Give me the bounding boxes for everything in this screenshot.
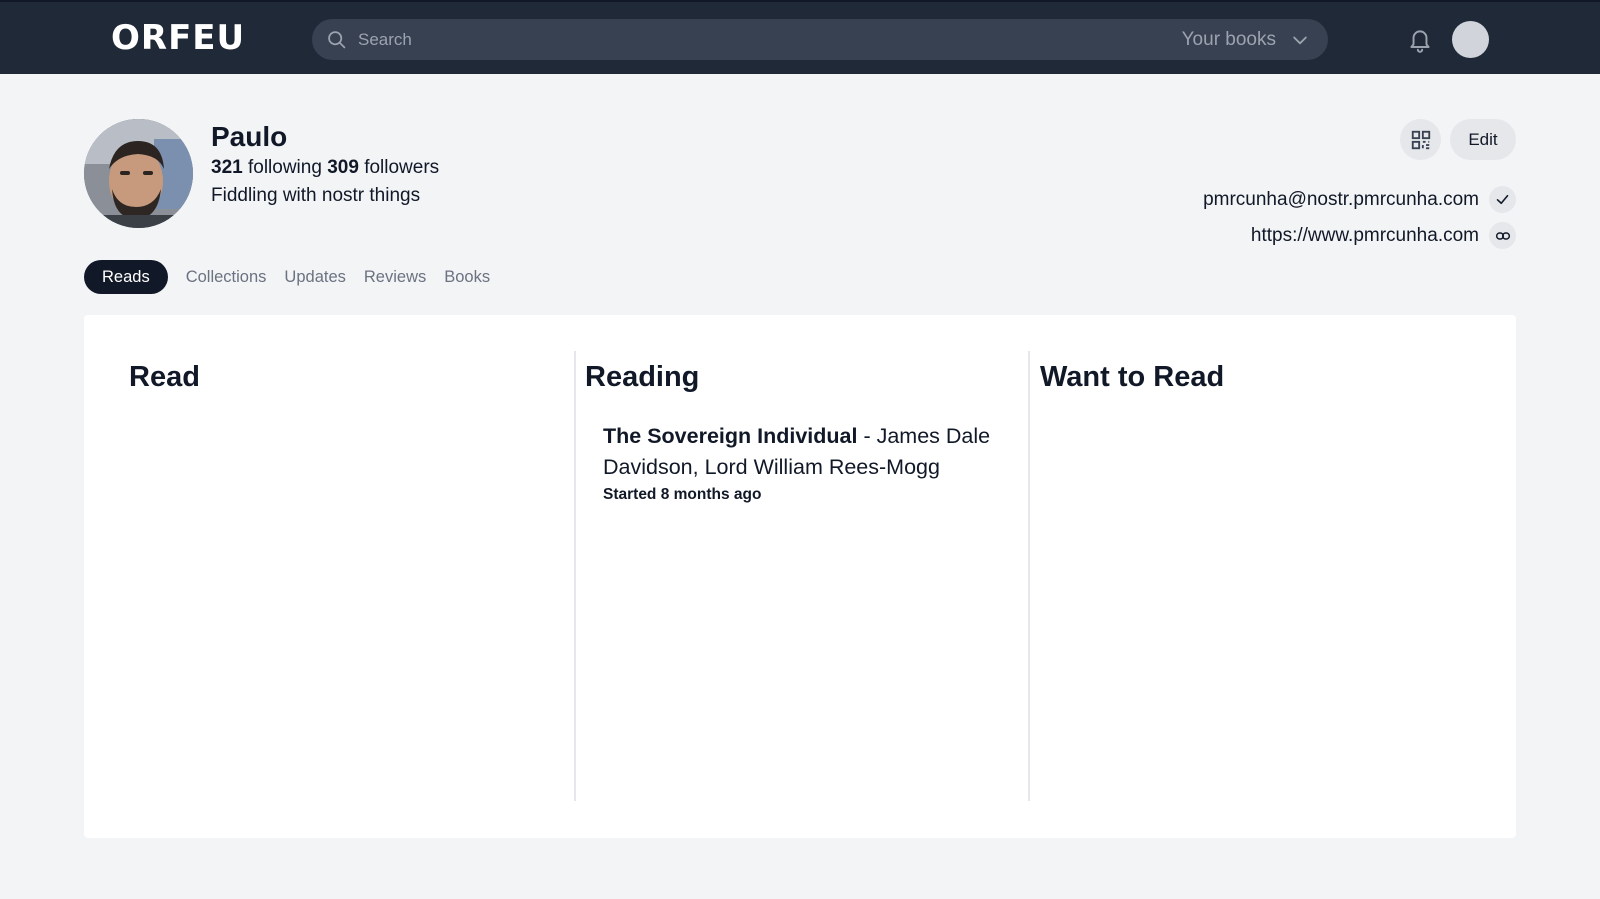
qr-code-button[interactable] (1400, 119, 1441, 160)
notifications-bell-icon[interactable] (1407, 26, 1433, 54)
tab-reviews[interactable]: Reviews (364, 260, 426, 294)
tab-reads[interactable]: Reads (84, 260, 168, 294)
followers-count[interactable]: 309 (327, 157, 359, 178)
profile-avatar (84, 119, 193, 228)
search-scope-label: Your books (1181, 28, 1276, 50)
search-scope-dropdown[interactable]: Your books (1182, 19, 1310, 60)
reading-column-title: Reading (585, 361, 700, 393)
profile-name: Paulo (211, 121, 288, 152)
reads-board: Read Reading The Sovereign Individual - … (84, 315, 1516, 838)
following-label[interactable]: following (248, 157, 322, 178)
tab-updates[interactable]: Updates (284, 260, 345, 294)
follow-stats: 321 following 309 followers (211, 157, 439, 179)
search-input[interactable] (358, 19, 1118, 60)
read-column: Read (84, 351, 574, 801)
reading-column: Reading The Sovereign Individual - James… (574, 351, 1028, 801)
book-authors: - James Dale (863, 424, 991, 448)
top-navbar: ORFEU Your books (0, 0, 1600, 74)
nip05-address: pmrcunha@nostr.pmrcunha.com (1203, 186, 1516, 213)
qr-code-icon (1411, 130, 1430, 149)
search-icon (328, 31, 346, 49)
chevron-down-icon (1293, 36, 1307, 44)
tab-collections[interactable]: Collections (186, 260, 267, 294)
website-text[interactable]: https://www.pmrcunha.com (1251, 225, 1479, 247)
profile-bio: Fiddling with nostr things (211, 185, 421, 206)
verified-check-icon (1489, 186, 1516, 213)
book-card[interactable]: The Sovereign Individual - James Dale Da… (603, 421, 1003, 504)
orfeu-logo[interactable]: ORFEU (111, 18, 245, 58)
read-column-title: Read (129, 361, 200, 393)
edit-profile-button[interactable]: Edit (1450, 119, 1516, 160)
profile-tabs: Reads Collections Updates Reviews Books (84, 260, 508, 294)
book-title[interactable]: The Sovereign Individual (603, 424, 857, 448)
user-avatar-menu[interactable] (1452, 21, 1489, 58)
nip05-text[interactable]: pmrcunha@nostr.pmrcunha.com (1203, 189, 1479, 211)
tab-books[interactable]: Books (444, 260, 490, 294)
website-link: https://www.pmrcunha.com (1251, 222, 1516, 249)
following-count[interactable]: 321 (211, 157, 243, 178)
book-authors-continued: Davidson, Lord William Rees-Mogg (603, 455, 940, 479)
link-icon (1489, 222, 1516, 249)
book-status: Started 8 months ago (603, 486, 762, 503)
search-bar[interactable]: Your books (312, 19, 1328, 60)
want-to-read-column: Want to Read (1028, 351, 1516, 801)
want-to-read-column-title: Want to Read (1040, 361, 1225, 393)
followers-label[interactable]: followers (364, 157, 439, 178)
